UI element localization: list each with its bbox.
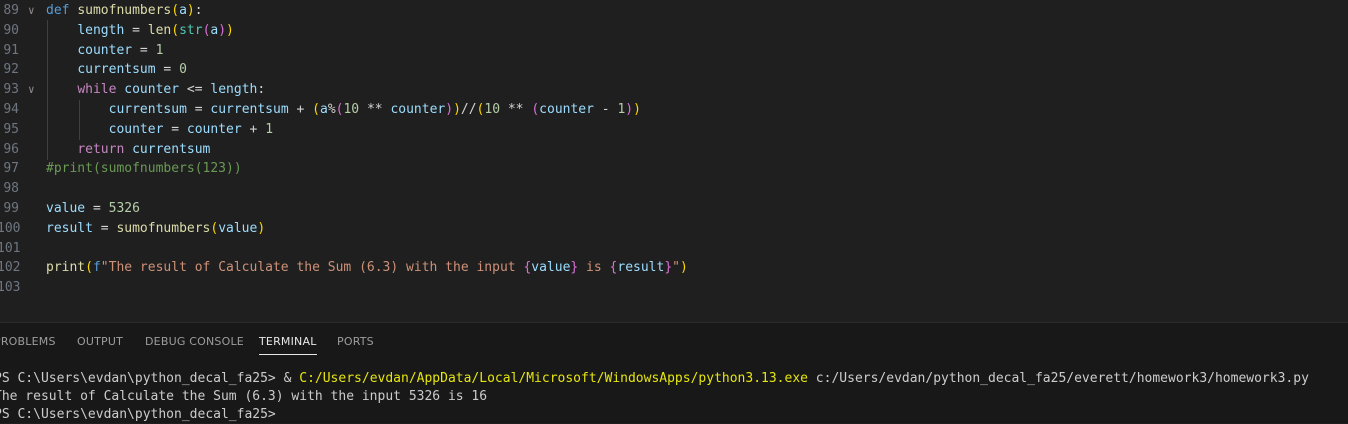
code-text: counter = 1	[77, 42, 164, 58]
fold-chevron-icon[interactable]: ∨	[28, 1, 42, 21]
line-number: 102	[0, 260, 21, 276]
code-text: def sumofnumbers(a):	[46, 3, 203, 18]
line-number: 99	[3, 201, 19, 216]
code-text: result = sumofnumbers(value)	[46, 220, 266, 236]
fold-chevron-icon[interactable]: ∨	[28, 80, 42, 100]
code-line[interactable]: 96 return currentsum	[0, 140, 1348, 160]
line-number: 90	[3, 22, 19, 38]
code-text: counter = counter + 1	[108, 121, 274, 137]
panel-tabs: PROBLEMS OUTPUT DEBUG CONSOLE TERMINAL P…	[0, 323, 1348, 359]
code-line[interactable]: 91 counter = 1	[0, 41, 1348, 61]
code-text: #print(sumofnumbers(123))	[46, 161, 242, 177]
tab-problems[interactable]: PROBLEMS	[0, 335, 56, 348]
line-number: 100	[0, 220, 21, 236]
line-number: 103	[0, 280, 21, 296]
line-number: 96	[3, 141, 19, 157]
line-number: 97	[3, 161, 19, 177]
tab-terminal[interactable]: TERMINAL	[259, 335, 317, 355]
tab-debug-console[interactable]: DEBUG CONSOLE	[145, 335, 244, 348]
code-line[interactable]: 102 print(f"The result of Calculate the S…	[0, 258, 1348, 278]
terminal-prompt: PS C:\Users\evdan\python_decal_fa25>	[0, 371, 284, 386]
code-text: length = len(str(a))	[77, 22, 234, 38]
terminal-script-path: c:/Users/evdan/python_decal_fa25/everett…	[807, 371, 1309, 386]
terminal-exe-path: C:/Users/evdan/AppData/Local/Microsoft/W…	[299, 371, 808, 386]
line-number: 94	[3, 102, 19, 117]
code-line[interactable]: 90 length = len(str(a))	[0, 21, 1348, 41]
line-number: 98	[3, 181, 19, 197]
code-text: currentsum = 0	[77, 62, 187, 78]
terminal-amp: &	[283, 371, 300, 386]
code-line[interactable]: 93 ∨ while counter <= length:	[0, 80, 1348, 100]
code-line[interactable]: 97 #print(sumofnumbers(123))	[0, 159, 1348, 179]
code-line[interactable]: 103	[0, 278, 1348, 298]
line-number: 93	[3, 82, 19, 98]
code-line[interactable]: 99 value = 5326	[0, 199, 1348, 219]
code-text: return currentsum	[77, 141, 211, 157]
terminal-prompt-current: PS C:\Users\evdan\python_decal_fa25>	[0, 407, 276, 422]
bottom-panel: PROBLEMS OUTPUT DEBUG CONSOLE TERMINAL P…	[0, 322, 1348, 423]
code-text: currentsum = currentsum + (a%(10 ** coun…	[108, 102, 641, 117]
line-number: 91	[3, 42, 19, 58]
code-line[interactable]: 100 result = sumofnumbers(value)	[0, 219, 1348, 239]
code-line[interactable]: 98	[0, 179, 1348, 199]
tab-output[interactable]: OUTPUT	[77, 335, 123, 348]
line-number: 95	[3, 121, 19, 137]
code-line[interactable]: 101	[0, 239, 1348, 259]
line-number: 92	[3, 62, 19, 78]
code-editor[interactable]: 89 ∨ def sumofnumbers(a): 90 length = len(s…	[0, 0, 1348, 322]
code-line[interactable]: 95 counter = counter + 1	[0, 120, 1348, 140]
code-text: print(f"The result of Calculate the Sum …	[46, 260, 688, 276]
code-line[interactable]: 92 currentsum = 0	[0, 60, 1348, 80]
indent-guide	[79, 100, 80, 140]
terminal-command-line: PS C:\Users\evdan\python_decal_fa25> & C…	[0, 370, 1309, 388]
terminal-output: The result of Calculate the Sum (6.3) wi…	[0, 389, 488, 404]
line-number: 89	[3, 3, 19, 18]
indent-guide	[47, 20, 48, 160]
tab-ports[interactable]: PORTS	[337, 335, 374, 348]
line-number: 101	[0, 240, 21, 256]
code-text: value = 5326	[46, 201, 140, 216]
code-text: while counter <= length:	[77, 82, 266, 98]
code-line[interactable]: 89 ∨ def sumofnumbers(a):	[0, 1, 1348, 21]
code-line[interactable]: 94 currentsum = currentsum + (a%(10 ** c…	[0, 100, 1348, 120]
